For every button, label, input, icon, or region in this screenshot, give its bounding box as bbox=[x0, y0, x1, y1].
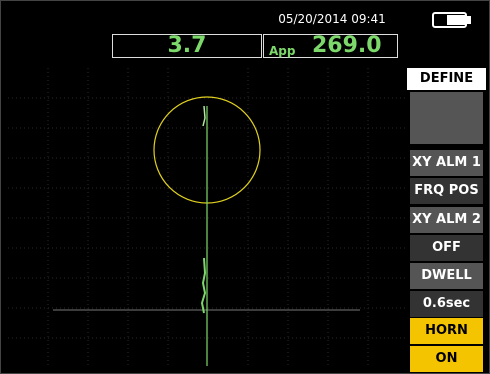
battery-tip bbox=[467, 16, 471, 24]
menu-item-dwell[interactable]: DWELL 0.6sec bbox=[410, 263, 483, 317]
menu-item-xy-alm-2[interactable]: XY ALM 2 OFF bbox=[410, 207, 483, 261]
signal-trace-top bbox=[202, 105, 206, 127]
menu-item-value: OFF bbox=[410, 235, 483, 261]
battery-level bbox=[447, 15, 465, 25]
impedance-plot bbox=[8, 68, 406, 366]
menu-item-value: FRQ POS bbox=[410, 178, 483, 204]
menu-title: DEFINE bbox=[407, 68, 486, 90]
readout-right-label: App bbox=[269, 44, 296, 58]
readout-left: 3.7 bbox=[112, 34, 262, 58]
menu-item-name: DWELL bbox=[410, 263, 483, 289]
menu-item-name: HORN bbox=[410, 318, 483, 344]
side-menu: DEFINE XY ALM 1 FRQ POS XY ALM 2 OFF DWE… bbox=[407, 68, 486, 372]
date-time: 05/20/2014 09:41 bbox=[278, 12, 386, 26]
readout-right-value: 269.0 bbox=[312, 33, 382, 58]
menu-item-name: XY ALM 2 bbox=[410, 207, 483, 233]
menu-item-value: ON bbox=[410, 346, 483, 372]
menu-blank-slot[interactable] bbox=[410, 92, 483, 144]
menu-item-value: 0.6sec bbox=[410, 291, 483, 317]
menu-item-name: XY ALM 1 bbox=[410, 150, 483, 176]
impedance-plane-display bbox=[8, 68, 406, 366]
readout-right: App 269.0 bbox=[263, 34, 398, 58]
menu-item-horn[interactable]: HORN ON bbox=[410, 318, 483, 372]
signal-trace-bottom bbox=[200, 257, 207, 314]
readout-left-value: 3.7 bbox=[167, 33, 207, 58]
menu-item-xy-alm-1[interactable]: XY ALM 1 FRQ POS bbox=[410, 150, 483, 204]
